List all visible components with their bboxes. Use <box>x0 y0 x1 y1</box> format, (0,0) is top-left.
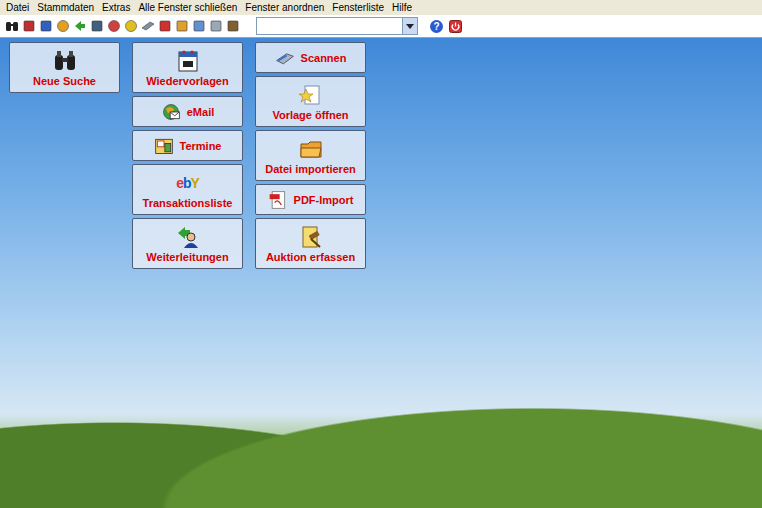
launcher-button[interactable]: Vorlage öffnen <box>255 76 366 127</box>
combo-dropdown-button[interactable] <box>402 18 417 34</box>
toolbar-icon[interactable] <box>192 19 206 33</box>
button-column: Wiedervorlagen eMail Termine ebY Transaktion… <box>132 42 243 269</box>
toolbar-icon[interactable] <box>124 19 138 33</box>
launcher-button[interactable]: Weiterleitungen <box>132 218 243 269</box>
button-label: PDF-Import <box>294 194 354 206</box>
button-label: Weiterleitungen <box>146 251 228 263</box>
menu-item[interactable]: Datei <box>6 2 29 13</box>
template-icon <box>299 83 323 107</box>
button-column: Neue Suche <box>9 42 120 93</box>
toolbar-icon[interactable] <box>39 19 53 33</box>
combo-field[interactable] <box>257 18 402 34</box>
toolbar-icon[interactable] <box>90 19 104 33</box>
app-window: Datei Stammdaten Extras Alle Fenster schlie… <box>0 0 762 508</box>
toolbar-icon[interactable] <box>175 19 189 33</box>
launcher-button[interactable]: Datei importieren <box>255 130 366 181</box>
ebay-logo-icon: ebY <box>176 171 199 195</box>
dropdown-arrow-icon <box>406 24 414 29</box>
toolbar-icon[interactable] <box>73 19 87 33</box>
search-combo[interactable] <box>256 17 418 35</box>
button-label: Termine <box>180 140 222 152</box>
auction-icon <box>299 225 323 249</box>
button-label: Neue Suche <box>33 75 96 87</box>
button-label: Transaktionsliste <box>143 197 233 209</box>
launcher-button[interactable]: PDF-Import <box>255 184 366 215</box>
menu-item[interactable]: Extras <box>102 2 130 13</box>
toolbar-icon[interactable] <box>141 19 155 33</box>
toolbar-icon[interactable] <box>5 19 19 33</box>
help-button[interactable]: ? <box>430 20 443 33</box>
menu-item[interactable]: Hilfe <box>392 2 412 13</box>
desktop-background: Neue Suche Wiedervorlagen eMail Termine ebY T… <box>0 38 762 508</box>
board-icon <box>154 136 174 156</box>
forward-icon <box>176 225 200 249</box>
menu-item[interactable]: Alle Fenster schließen <box>138 2 237 13</box>
calendar-icon <box>176 49 200 73</box>
launcher-button[interactable]: ebY Transaktionsliste <box>132 164 243 215</box>
button-label: Datei importieren <box>265 163 355 175</box>
launcher-button[interactable]: Neue Suche <box>9 42 120 93</box>
power-icon[interactable] <box>449 20 462 33</box>
launcher-button[interactable]: Auktion erfassen <box>255 218 366 269</box>
toolbar-icon[interactable] <box>107 19 121 33</box>
button-label: Wiedervorlagen <box>146 75 228 87</box>
button-label: Auktion erfassen <box>266 251 355 263</box>
toolbar-icon[interactable] <box>56 19 70 33</box>
button-label: Vorlage öffnen <box>272 109 348 121</box>
button-label: eMail <box>187 106 215 118</box>
binoculars-icon <box>53 49 77 73</box>
toolbar-icon[interactable] <box>226 19 240 33</box>
email-icon <box>161 102 181 122</box>
menu-item[interactable]: Fensterliste <box>332 2 384 13</box>
menu-item[interactable]: Fenster anordnen <box>245 2 324 13</box>
button-column: Scannen Vorlage öffnen Datei importieren PD… <box>255 42 366 269</box>
toolbar-icon[interactable] <box>209 19 223 33</box>
launcher-button[interactable]: Wiedervorlagen <box>132 42 243 93</box>
launcher-button[interactable]: Termine <box>132 130 243 161</box>
menu-item[interactable]: Stammdaten <box>37 2 94 13</box>
toolbar-icon[interactable] <box>158 19 172 33</box>
folder-icon <box>299 137 323 161</box>
scanner-icon <box>275 48 295 68</box>
launcher-button[interactable]: eMail <box>132 96 243 127</box>
menu-bar: Datei Stammdaten Extras Alle Fenster schlie… <box>0 0 762 15</box>
button-label: Scannen <box>301 52 347 64</box>
launcher-button[interactable]: Scannen <box>255 42 366 73</box>
toolbar: ? <box>0 15 762 38</box>
pdf-icon <box>268 190 288 210</box>
toolbar-icon[interactable] <box>22 19 36 33</box>
